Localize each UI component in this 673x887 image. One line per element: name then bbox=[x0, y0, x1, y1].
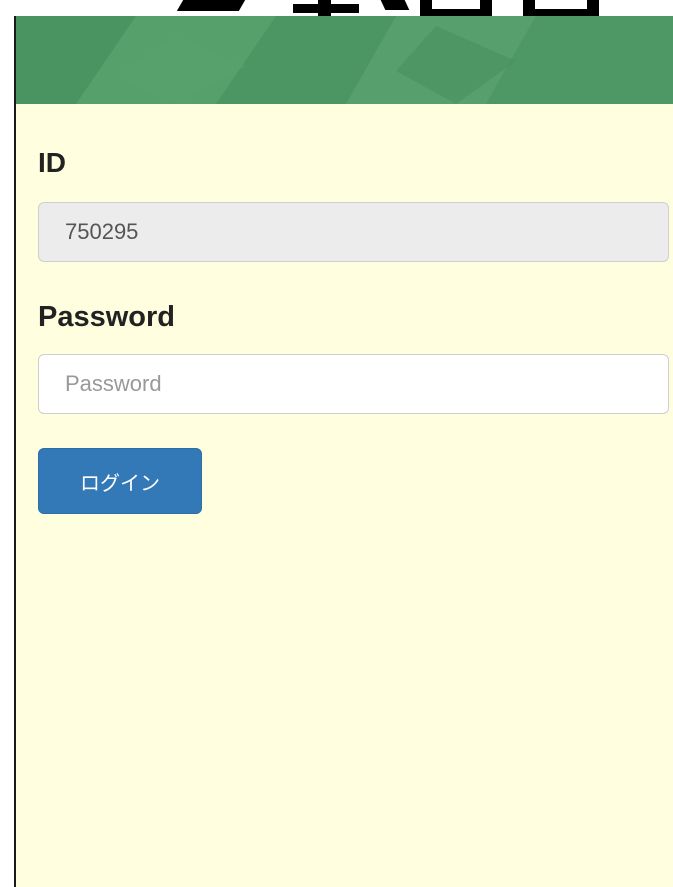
page-frame: ID Password ログイン bbox=[0, 0, 673, 887]
password-field[interactable] bbox=[38, 354, 669, 414]
login-panel: ID Password ログイン bbox=[14, 16, 673, 887]
header-pattern bbox=[16, 16, 673, 104]
password-label: Password bbox=[38, 301, 175, 333]
cropped-heading-lettering bbox=[0, 0, 673, 16]
id-field[interactable] bbox=[38, 202, 669, 262]
id-label: ID bbox=[38, 147, 66, 178]
header-banner bbox=[16, 16, 673, 104]
login-button[interactable]: ログイン bbox=[38, 448, 202, 514]
